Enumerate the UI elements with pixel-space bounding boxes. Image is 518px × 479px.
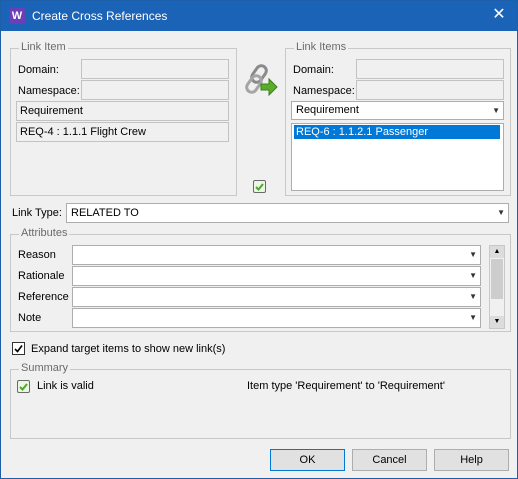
dialog-window: W Create Cross References ✕ Link Item Do… xyxy=(0,0,518,479)
attributes-legend: Attributes xyxy=(19,227,70,239)
domain-field xyxy=(81,59,229,79)
link-item-group: Link Item Domain: Namespace: Requirement… xyxy=(10,41,237,196)
domain-label: Domain: xyxy=(18,64,59,76)
chevron-down-icon: ▼ xyxy=(469,250,477,259)
valid-status-icon xyxy=(17,380,30,393)
link-item-value: REQ-4 : 1.1.1 Flight Crew xyxy=(20,126,146,138)
note-label: Note xyxy=(18,312,42,324)
expand-target-checkbox[interactable] xyxy=(12,342,25,355)
link-chain-icon xyxy=(245,63,279,99)
scroll-thumb[interactable] xyxy=(491,259,503,299)
summary-detail: Item type 'Requirement' to 'Requirement' xyxy=(247,380,445,392)
link-item-legend: Link Item xyxy=(19,41,68,53)
scroll-down-icon[interactable]: ▼ xyxy=(490,316,504,328)
target-type-value: Requirement xyxy=(296,104,359,116)
validity-check-icon xyxy=(253,180,266,193)
reason-select[interactable]: ▼ xyxy=(72,245,481,265)
namespace-label: Namespace: xyxy=(18,85,80,97)
link-item-value-field: REQ-4 : 1.1.1 Flight Crew xyxy=(16,122,229,142)
link-item-type-field: Requirement xyxy=(16,101,229,121)
window-title: Create Cross References xyxy=(32,9,168,23)
note-select[interactable]: ▼ xyxy=(72,308,481,328)
attributes-scrollbar[interactable]: ▲ ▼ xyxy=(489,245,505,329)
reason-label: Reason xyxy=(18,249,56,261)
link-item-type-value: Requirement xyxy=(20,105,83,117)
target-type-select[interactable]: Requirement ▼ xyxy=(291,101,504,120)
namespace-field xyxy=(81,80,229,100)
namespace-label: Namespace: xyxy=(293,85,355,97)
attributes-group: Attributes Reason ▼ Rationale ▼ Referenc… xyxy=(10,227,511,332)
domain-label: Domain: xyxy=(293,64,334,76)
title-bar[interactable]: W Create Cross References ✕ xyxy=(1,1,517,31)
summary-status: Link is valid xyxy=(37,380,94,392)
chevron-down-icon: ▼ xyxy=(497,208,505,217)
link-type-label: Link Type: xyxy=(12,207,62,219)
help-button[interactable]: Help xyxy=(434,449,509,471)
target-namespace-field xyxy=(356,80,504,100)
target-domain-field xyxy=(356,59,504,79)
chevron-down-icon: ▼ xyxy=(469,313,477,322)
link-type-value: RELATED TO xyxy=(71,207,139,219)
ok-button[interactable]: OK xyxy=(270,449,345,471)
close-icon[interactable]: ✕ xyxy=(491,7,507,23)
app-icon: W xyxy=(9,8,25,24)
link-items-legend: Link Items xyxy=(294,41,349,53)
reference-label: Reference xyxy=(18,291,69,303)
link-items-group: Link Items Domain: Namespace: Requiremen… xyxy=(285,41,511,196)
summary-legend: Summary xyxy=(19,362,71,374)
chevron-down-icon: ▼ xyxy=(469,292,477,301)
chevron-down-icon: ▼ xyxy=(469,271,477,280)
summary-group: Summary Link is valid Item type 'Require… xyxy=(10,362,511,439)
chevron-down-icon: ▼ xyxy=(492,106,500,115)
cancel-button[interactable]: Cancel xyxy=(352,449,427,471)
rationale-label: Rationale xyxy=(18,270,65,282)
reference-select[interactable]: ▼ xyxy=(72,287,481,307)
expand-target-label: Expand target items to show new link(s) xyxy=(31,343,226,355)
link-type-select[interactable]: RELATED TO ▼ xyxy=(66,203,509,223)
target-items-list[interactable]: REQ-6 : 1.1.2.1 Passenger xyxy=(291,123,504,191)
rationale-select[interactable]: ▼ xyxy=(72,266,481,286)
list-item[interactable]: REQ-6 : 1.1.2.1 Passenger xyxy=(294,125,500,139)
scroll-up-icon[interactable]: ▲ xyxy=(490,246,504,258)
